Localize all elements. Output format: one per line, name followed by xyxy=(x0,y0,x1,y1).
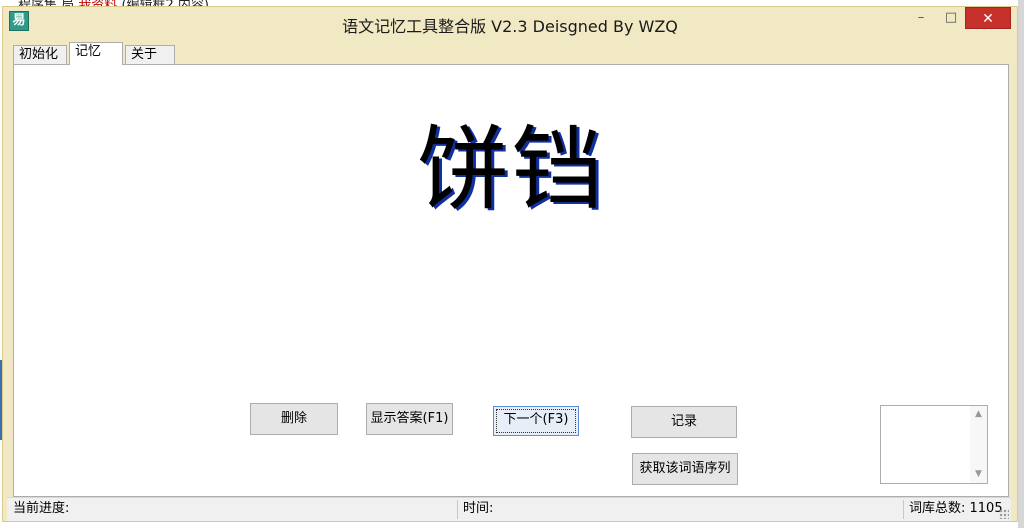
time-status: 时间: xyxy=(463,501,494,516)
scroll-down-icon[interactable]: ▼ xyxy=(970,466,987,483)
maximize-button[interactable]: □ xyxy=(937,7,965,29)
listbox-scrollbar[interactable]: ▲ ▼ xyxy=(970,406,987,483)
progress-status: 当前进度: xyxy=(13,501,70,516)
tab-init[interactable]: 初始化 xyxy=(13,45,67,64)
total-count-status: 词库总数: 1105 xyxy=(909,501,1003,516)
tab-about[interactable]: 关于 xyxy=(125,45,175,64)
window-title: 语文记忆工具整合版 V2.3 Deisgned By WZQ xyxy=(342,17,678,36)
status-separator xyxy=(903,500,904,519)
resize-grip-icon[interactable] xyxy=(999,509,1009,519)
scroll-up-icon[interactable]: ▲ xyxy=(970,406,987,423)
current-word: 饼铛 xyxy=(416,116,605,223)
main-window: 易 语文记忆工具整合版 V2.3 Deisgned By WZQ – □ ✕ 初… xyxy=(2,6,1018,522)
close-button[interactable]: ✕ xyxy=(965,7,1011,29)
delete-button[interactable]: 删除 xyxy=(250,403,338,435)
memory-panel: 饼铛 删除 显示答案(F1) 下一个(F3) 记录 获取该词语序列 ▲ ▼ xyxy=(13,64,1009,497)
next-button[interactable]: 下一个(F3) xyxy=(493,406,579,436)
get-order-button[interactable]: 获取该词语序列 xyxy=(632,453,738,485)
show-answer-button[interactable]: 显示答案(F1) xyxy=(366,403,453,435)
record-button[interactable]: 记录 xyxy=(631,406,737,438)
tab-memory[interactable]: 记忆 xyxy=(69,42,123,65)
minimize-button[interactable]: – xyxy=(907,7,935,29)
status-separator xyxy=(457,500,458,519)
record-listbox[interactable]: ▲ ▼ xyxy=(880,405,988,484)
title-bar[interactable]: 易 语文记忆工具整合版 V2.3 Deisgned By WZQ – □ ✕ xyxy=(3,7,1017,37)
status-bar: 当前进度: 时间: 词库总数: 1105 xyxy=(7,497,1011,521)
background-window-edge xyxy=(1018,0,1024,528)
